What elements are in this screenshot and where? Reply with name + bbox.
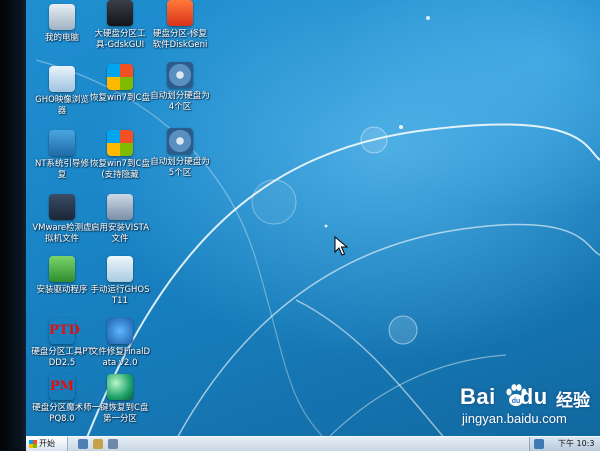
baidu-jingyan-watermark: Bai du du 经验 jingyan.baidu.com bbox=[460, 384, 600, 432]
start-label: 开始 bbox=[39, 439, 55, 448]
desktop-icon-label: 安装驱动程序 bbox=[36, 285, 88, 295]
desktop-icon-gho-browser[interactable]: GHO映像浏览器 bbox=[31, 66, 93, 117]
taskbar: 开始 下午 10:3 bbox=[26, 436, 600, 451]
disk-partition-icon bbox=[167, 128, 193, 154]
vmware-icon bbox=[49, 194, 75, 220]
desktop-icon-diskgenius[interactable]: 硬盘分区-修复软件DiskGeni bbox=[149, 0, 211, 51]
computer-icon bbox=[49, 4, 75, 30]
desktop-icon-one-key-restore[interactable]: 一键恢复到C盘第一分区 bbox=[89, 374, 151, 425]
desktop-icon-gdskgui[interactable]: 大硬盘分区工具-GdskGUI bbox=[89, 0, 151, 51]
desktop-icon-label: GHO映像浏览器 bbox=[35, 95, 89, 116]
restore-sphere-icon bbox=[107, 374, 133, 400]
desktop-icon-label: 硬盘分区魔术师PQ8.0 bbox=[32, 403, 92, 424]
desktop-icon-install-drivers[interactable]: 安装驱动程序 bbox=[31, 256, 93, 296]
desktop-icon-label: 硬盘分区工具PTDD2.5 bbox=[31, 347, 93, 368]
desktop-icon-label: VMware检测虚拟机文件 bbox=[32, 223, 92, 244]
ghost-icon bbox=[107, 256, 133, 282]
boot-repair-icon bbox=[49, 130, 75, 156]
desktop-icon-nt-boot-repair[interactable]: NT系统引导修复 bbox=[31, 130, 93, 181]
watermark-brand-cn: 经验 bbox=[556, 391, 590, 411]
desktop-icon-finaldata[interactable]: 文件修复FinalData v2.0 bbox=[89, 318, 151, 369]
quick-launch-app-icon[interactable] bbox=[108, 439, 118, 449]
driver-icon bbox=[49, 256, 75, 282]
start-button[interactable]: 开始 bbox=[26, 437, 68, 451]
desktop-icon-label: 大硬盘分区工具-GdskGUI bbox=[94, 29, 146, 50]
baidu-paw-icon: du bbox=[506, 384, 527, 406]
puzzle-icon bbox=[107, 318, 133, 344]
system-tray: 下午 10:3 bbox=[529, 437, 600, 451]
ghost-icon bbox=[49, 66, 75, 92]
diskgenius-icon bbox=[167, 0, 193, 26]
desktop-icon-auto-partition-5[interactable]: 自动划分硬盘为5个区 bbox=[149, 128, 211, 179]
desktop-icon-label: 我的电脑 bbox=[44, 33, 79, 43]
desktop-icon-vmware-check[interactable]: VMware检测虚拟机文件 bbox=[31, 194, 93, 245]
quick-launch-desktop-icon[interactable] bbox=[78, 439, 88, 449]
desktop-icon-vista-install[interactable]: 启用安装VISTA文件 bbox=[89, 194, 151, 245]
svg-text:du: du bbox=[512, 398, 521, 405]
desktop-icon-ghost11[interactable]: 手动运行GHOST11 bbox=[89, 256, 151, 307]
hard-disk-icon bbox=[107, 0, 133, 26]
desktop-icon-ptdd[interactable]: PTD 硬盘分区工具PTDD2.5 bbox=[31, 318, 93, 369]
desktop-icon-label: 文件修复FinalData v2.0 bbox=[89, 347, 151, 368]
windows-orb-icon bbox=[107, 64, 133, 90]
desktop-icon-label: 自动划分硬盘为5个区 bbox=[150, 157, 210, 178]
ptd-logo-icon: PTD bbox=[49, 318, 80, 344]
windows-logo-icon bbox=[29, 440, 37, 448]
quick-launch-folder-icon[interactable] bbox=[93, 439, 103, 449]
desktop-icon-label: 恢复win7到C盘 bbox=[89, 93, 151, 103]
desktop-icon-restore-win7[interactable]: 恢复win7到C盘 bbox=[89, 64, 151, 104]
watermark-brand-left: Bai bbox=[460, 384, 496, 409]
watermark-url: jingyan.baidu.com bbox=[462, 411, 567, 426]
pm-logo-icon: PM bbox=[49, 374, 75, 400]
desktop-icon-label: 启用安装VISTA文件 bbox=[90, 223, 150, 244]
desktop-icon-partition-magic[interactable]: PM 硬盘分区魔术师PQ8.0 bbox=[31, 374, 93, 425]
tray-clock[interactable]: 下午 10:3 bbox=[558, 437, 595, 450]
tray-network-icon[interactable] bbox=[534, 439, 544, 449]
windows-flag-icon bbox=[107, 130, 133, 156]
desktop-icon-auto-partition-4[interactable]: 自动划分硬盘为4个区 bbox=[149, 62, 211, 113]
desktop-icon-label: 自动划分硬盘为4个区 bbox=[150, 91, 210, 112]
installer-icon bbox=[107, 194, 133, 220]
desktop[interactable]: 我的电脑 大硬盘分区工具-GdskGUI 硬盘分区-修复软件DiskGeni G… bbox=[26, 0, 600, 440]
desktop-icon-label: 恢复win7到C盘(支持隐藏 bbox=[89, 159, 151, 180]
desktop-icon-label: NT系统引导修复 bbox=[34, 159, 90, 180]
disk-partition-icon bbox=[167, 62, 193, 88]
desktop-icon-my-computer[interactable]: 我的电脑 bbox=[31, 4, 93, 44]
desktop-icon-label: 手动运行GHOST11 bbox=[90, 285, 150, 306]
desktop-icon-restore-win7-hidden[interactable]: 恢复win7到C盘(支持隐藏 bbox=[89, 130, 151, 181]
mouse-pointer-icon bbox=[334, 236, 349, 256]
desktop-icon-label: 一键恢复到C盘第一分区 bbox=[91, 403, 149, 424]
desktop-icon-label: 硬盘分区-修复软件DiskGeni bbox=[152, 29, 208, 50]
